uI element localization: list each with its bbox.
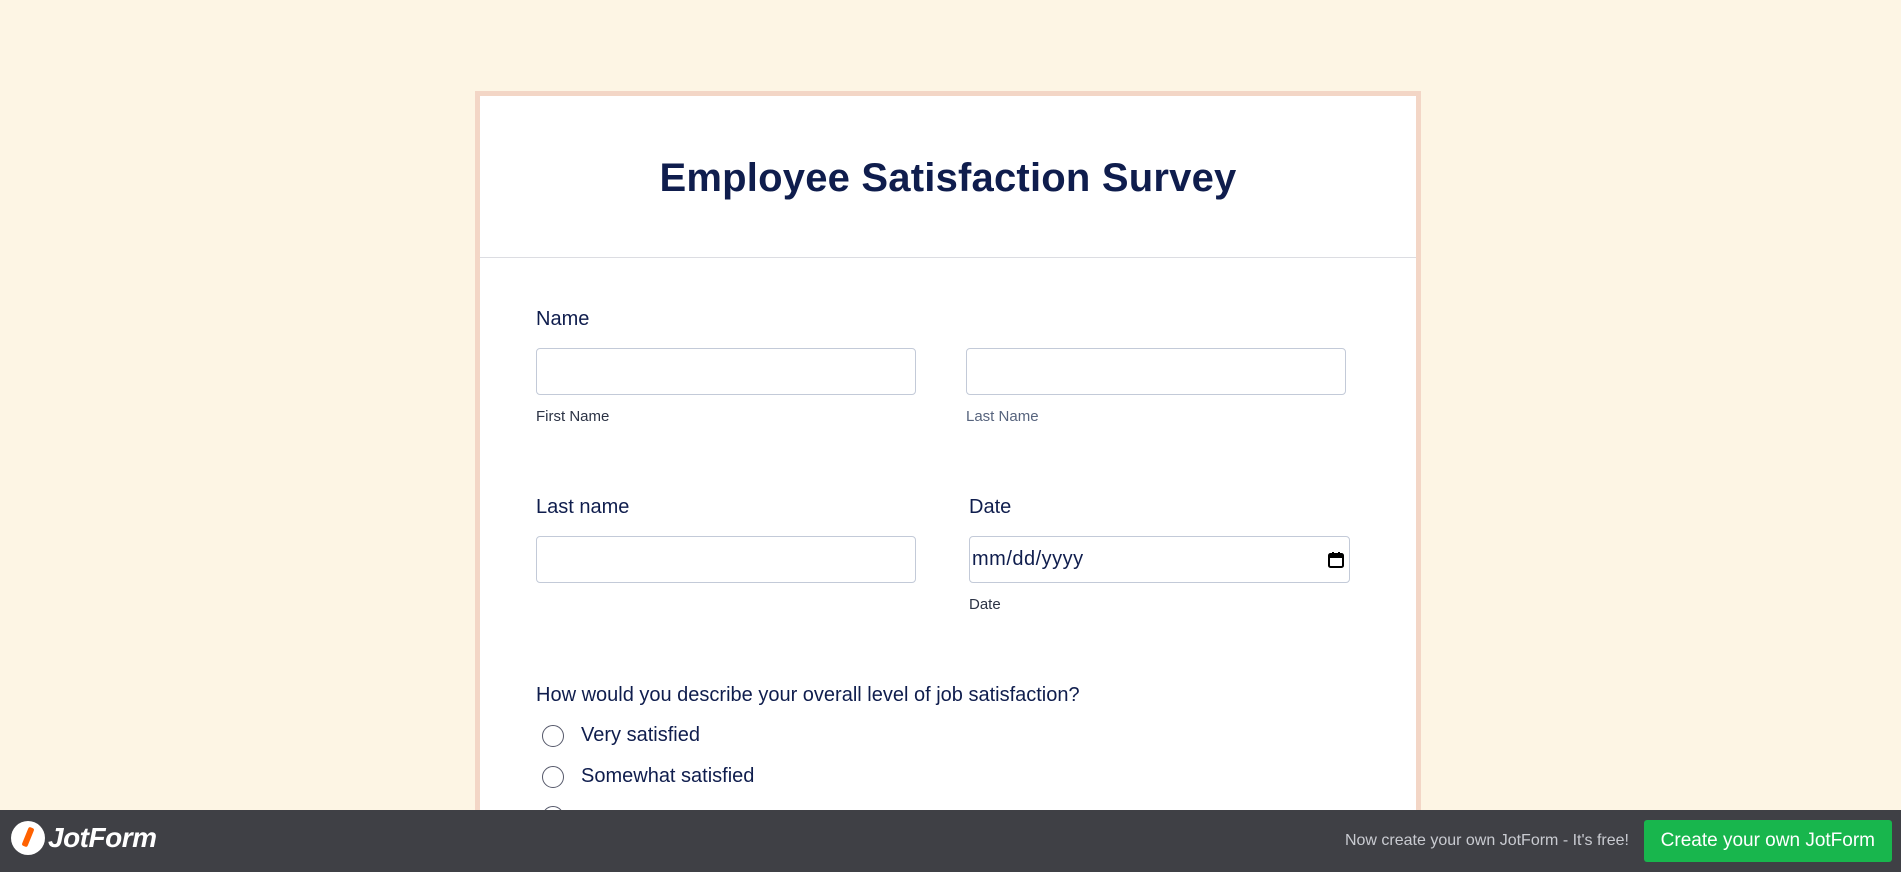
- calendar-icon[interactable]: [1327, 551, 1345, 569]
- page: Employee Satisfaction Survey Name First …: [0, 0, 1901, 872]
- last-name-field-input[interactable]: [536, 536, 916, 583]
- form-card: Employee Satisfaction Survey Name First …: [475, 91, 1421, 872]
- first-name-input[interactable]: [536, 348, 916, 395]
- radio-button[interactable]: [542, 765, 564, 788]
- promo-text: Now create your own JotForm - It's free!: [1344, 832, 1629, 849]
- option-very-satisfied[interactable]: Very satisfied: [542, 724, 700, 747]
- date-sublabel: Date: [969, 596, 1001, 613]
- option-label: Very satisfied: [581, 724, 700, 746]
- jotform-footer-bar: JotForm Now create your own JotForm - It…: [0, 810, 1901, 872]
- last-name-field-label: Last name: [536, 496, 630, 518]
- jotform-logo-icon: [11, 821, 45, 855]
- satisfaction-question-label: How would you describe your overall leve…: [536, 684, 1080, 706]
- date-input[interactable]: mm/dd/yyyy: [969, 536, 1350, 583]
- create-jotform-button[interactable]: Create your own JotForm: [1643, 820, 1892, 862]
- first-name-sublabel: First Name: [536, 408, 610, 425]
- last-name-sublabel: Last Name: [966, 408, 1039, 425]
- brand-name: JotForm: [48, 822, 157, 853]
- date-label: Date: [969, 496, 1012, 518]
- jotform-brand[interactable]: JotForm: [11, 821, 157, 855]
- option-label: Somewhat satisfied: [581, 765, 755, 787]
- radio-button[interactable]: [542, 724, 564, 747]
- option-somewhat-satisfied[interactable]: Somewhat satisfied: [542, 765, 754, 788]
- date-placeholder: mm/dd/yyyy: [972, 548, 1084, 570]
- last-name-input[interactable]: [966, 348, 1346, 395]
- form-header: Employee Satisfaction Survey: [480, 96, 1416, 258]
- form-title: Employee Satisfaction Survey: [659, 156, 1237, 200]
- name-label: Name: [536, 308, 590, 330]
